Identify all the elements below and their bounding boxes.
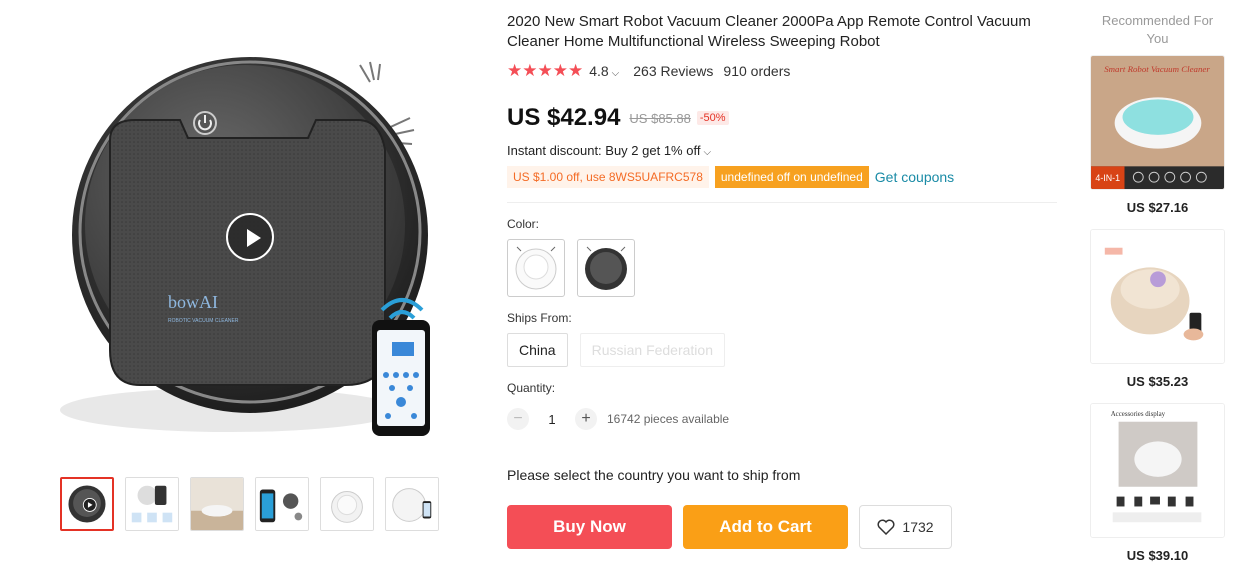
main-product-image[interactable]: bowAI ROBOTIC VACUUM CLEANER	[40, 20, 460, 460]
recommended-item[interactable]: Accessories display	[1090, 403, 1225, 538]
product-info: 2020 New Smart Robot Vacuum Cleaner 2000…	[507, 12, 1062, 549]
color-swatch-black[interactable]	[577, 239, 635, 297]
wishlist-count: 1732	[902, 519, 934, 535]
svg-text:4-IN-1: 4-IN-1	[1095, 173, 1120, 183]
quantity-value[interactable]: 1	[529, 412, 575, 427]
color-label: Color:	[507, 217, 540, 231]
color-swatch-white[interactable]	[507, 239, 565, 297]
recommended-title: Recommended For You	[1101, 13, 1214, 46]
color-options	[507, 239, 1062, 297]
instant-discount[interactable]: Instant discount: Buy 2 get 1% off ⌵	[507, 143, 1062, 158]
quantity-increase-button[interactable]: +	[575, 408, 597, 430]
product-title: 2020 New Smart Robot Vacuum Cleaner 2000…	[507, 13, 1031, 50]
quantity-label: Quantity:	[507, 381, 556, 395]
thumbnail-white[interactable]	[320, 477, 374, 531]
reviews-link[interactable]: 263 Reviews	[633, 63, 713, 79]
coupon-store-badge: undefined off on undefined	[714, 166, 869, 188]
thumbnail-strip	[60, 477, 439, 531]
current-price: US $42.94	[507, 104, 621, 131]
ships-from-label: Ships From:	[507, 311, 572, 325]
svg-text:Smart Robot Vacuum Cleaner: Smart Robot Vacuum Cleaner	[1104, 64, 1210, 74]
recommended-price: US $35.23	[1126, 374, 1189, 389]
thumbnail-white-phone[interactable]	[385, 477, 439, 531]
chevron-down-icon: ⌵	[703, 147, 712, 158]
thumbnail-video[interactable]	[60, 477, 114, 531]
heart-icon	[877, 519, 895, 535]
recommended-panel: Recommended For You Smart Robot Vacuum C…	[1090, 12, 1225, 577]
recommended-price: US $39.10	[1126, 548, 1189, 563]
rating-value[interactable]: 4.8 ⌵	[589, 63, 619, 79]
ship-option-china[interactable]: China	[507, 333, 568, 367]
action-buttons: Buy Now Add to Cart 1732	[507, 505, 1062, 549]
recommended-item[interactable]	[1090, 229, 1225, 364]
svg-text:ROBOTIC VACUUM CLEANER: ROBOTIC VACUUM CLEANER	[168, 318, 239, 324]
ship-country-message: Please select the country you want to sh…	[507, 467, 801, 483]
pieces-available: 16742 pieces available	[607, 412, 730, 426]
divider	[507, 202, 1057, 203]
orders-count: 910 orders	[723, 63, 791, 79]
price-row: US $42.94 US $85.88 -50%	[507, 103, 1062, 133]
rating-row: ★★★★★ 4.8 ⌵ 263 Reviews 910 orders	[507, 61, 1062, 81]
play-video-button[interactable]	[226, 213, 274, 261]
buy-now-button[interactable]: Buy Now	[507, 505, 672, 549]
discount-badge: -50%	[696, 111, 729, 125]
wishlist-button[interactable]: 1732	[859, 505, 952, 549]
recommended-item[interactable]: Smart Robot Vacuum Cleaner 4-IN-1	[1090, 55, 1225, 190]
quantity-decrease-button[interactable]: −	[507, 408, 529, 430]
thumbnail-app[interactable]	[125, 477, 179, 531]
chevron-down-icon: ⌵	[611, 68, 620, 79]
original-price: US $85.88	[629, 110, 691, 126]
brand-logo: bowAI	[168, 292, 218, 312]
quantity-stepper: − 1 + 16742 pieces available	[507, 407, 1062, 431]
coupon-row: US $1.00 off, use 8WS5UAFRC578 undefined…	[507, 166, 1062, 188]
thumbnail-floor[interactable]	[190, 477, 244, 531]
star-rating-icon: ★★★★★	[507, 61, 584, 80]
thumbnail-features[interactable]	[255, 477, 309, 531]
coupon-code-badge: US $1.00 off, use 8WS5UAFRC578	[507, 166, 709, 188]
ship-option-russia[interactable]: Russian Federation	[579, 333, 725, 367]
add-to-cart-button[interactable]: Add to Cart	[683, 505, 848, 549]
ship-options: China Russian Federation	[507, 333, 1062, 367]
svg-text:Accessories display: Accessories display	[1111, 411, 1166, 418]
recommended-price: US $27.16	[1126, 200, 1189, 215]
get-coupons-link[interactable]: Get coupons	[875, 169, 954, 185]
